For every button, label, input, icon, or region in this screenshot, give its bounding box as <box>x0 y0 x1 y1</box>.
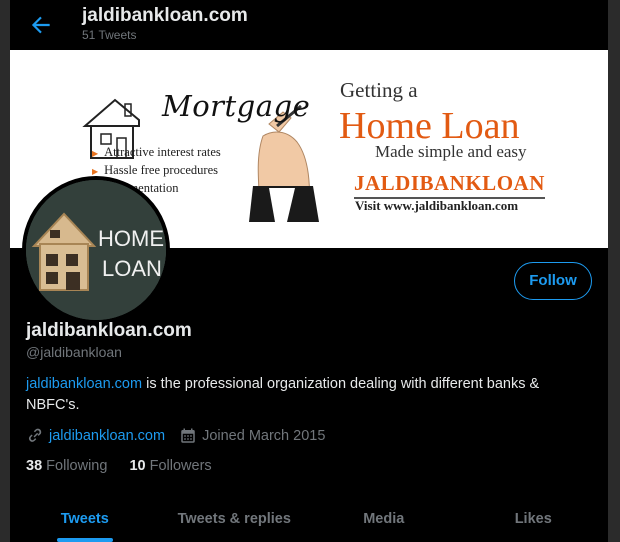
following-label: Following <box>46 458 108 474</box>
back-arrow-icon[interactable] <box>28 12 54 38</box>
banner-visit-text: Visit www.jaldibankloan.com <box>355 198 519 213</box>
profile-meta: jaldibankloan.com Joined March 2015 <box>26 426 325 446</box>
tab-tweets[interactable]: Tweets <box>10 492 160 542</box>
tab-tweets-replies[interactable]: Tweets & replies <box>160 492 310 542</box>
calendar-icon <box>181 428 195 443</box>
avatar-text-home: HOME <box>98 226 164 251</box>
top-bar: jaldibankloan.com 51 Tweets <box>10 0 608 50</box>
avatar-text-loan: LOAN <box>102 256 162 281</box>
website-link[interactable]: jaldibankloan.com <box>49 428 165 444</box>
following-count: 38 <box>26 458 43 474</box>
link-icon <box>28 428 42 442</box>
banner-getting-text: Getting a <box>340 78 418 102</box>
avatar-image: HOME LOAN <box>26 180 166 320</box>
profile-page: jaldibankloan.com 51 Tweets Mortgage Att… <box>10 0 608 542</box>
followers-link[interactable]: 10 Followers <box>129 458 211 474</box>
following-link[interactable]: 38 Following <box>26 458 107 474</box>
profile-name: jaldibankloan.com <box>26 320 192 341</box>
joined-date: Joined March 2015 <box>202 428 326 444</box>
profile-tabs: Tweets Tweets & replies Media Likes <box>10 492 608 542</box>
banner-tagline: Made simple and easy <box>375 142 527 161</box>
banner-mortgage-text: Mortgage <box>162 89 311 123</box>
tab-media[interactable]: Media <box>309 492 459 542</box>
followers-label: Followers <box>149 458 212 474</box>
tab-likes[interactable]: Likes <box>459 492 609 542</box>
page-title: jaldibankloan.com <box>82 5 248 26</box>
bio-link[interactable]: jaldibankloan.com <box>26 376 142 392</box>
followers-count: 10 <box>129 458 146 474</box>
banner-brand: JALDIBANKLOAN <box>354 171 545 199</box>
follow-button[interactable]: Follow <box>514 262 592 300</box>
banner-feature: Attractive interest rates <box>92 144 221 162</box>
avatar[interactable]: HOME LOAN <box>22 176 170 324</box>
follow-counts: 38 Following 10 Followers <box>26 458 230 474</box>
profile-bio: jaldibankloan.com is the professional or… <box>26 374 586 416</box>
tweet-count: 51 Tweets <box>82 28 137 42</box>
profile-handle: @jaldibankloan <box>26 344 122 360</box>
